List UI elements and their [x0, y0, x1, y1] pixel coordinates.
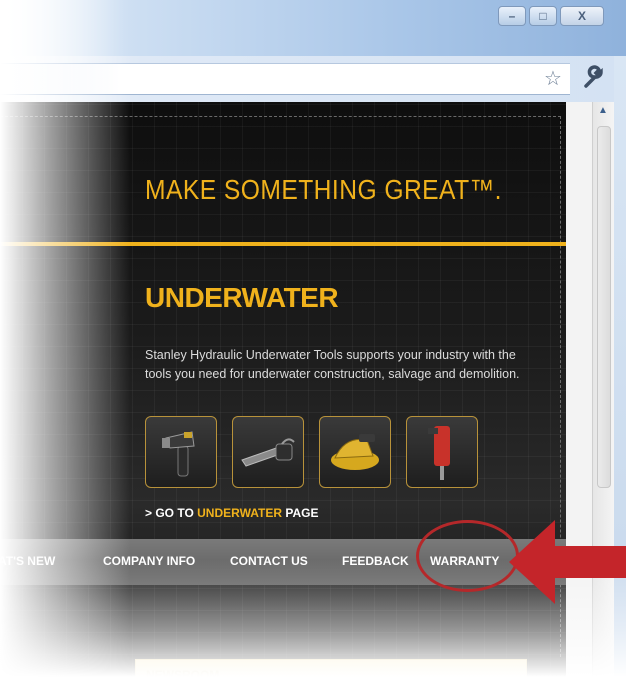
nav-company-info[interactable]: COMPANY INFO [103, 554, 195, 568]
hero-panel: MAKE SOMETHING GREAT™. UNDERWATER Stanle… [0, 102, 566, 677]
highlight-circle [416, 520, 519, 592]
newsroom-box[interactable]: NEWSROOM [135, 659, 527, 677]
goto-suffix: PAGE [282, 506, 319, 520]
tool-thumbnail[interactable] [232, 416, 304, 488]
minimize-button[interactable]: – [498, 6, 526, 26]
close-button[interactable]: X [560, 6, 604, 26]
grinder-icon [331, 434, 379, 470]
goto-highlight: UNDERWATER [197, 506, 283, 520]
section-title: UNDERWATER [145, 282, 339, 313]
tool-gallery [145, 416, 478, 488]
star-icon[interactable]: ☆ [544, 66, 562, 91]
red-arrow-icon [509, 520, 626, 604]
maximize-button[interactable]: □ [529, 6, 557, 26]
tool-thumbnail[interactable] [319, 416, 391, 488]
divider [0, 242, 566, 246]
nav-feedback[interactable]: FEEDBACK [342, 554, 409, 568]
tool-thumbnail[interactable] [406, 416, 478, 488]
tagline: MAKE SOMETHING GREAT™. [145, 174, 502, 205]
chainsaw-icon [241, 438, 295, 467]
web-content: MAKE SOMETHING GREAT™. UNDERWATER Stanle… [0, 102, 592, 677]
scroll-thumb[interactable] [597, 126, 611, 488]
impact-wrench-icon [162, 431, 195, 477]
window-controls: – □ X [498, 6, 604, 26]
address-bar[interactable] [0, 63, 570, 95]
breaker-icon [428, 426, 450, 480]
nav-contact-us[interactable]: CONTACT US [230, 554, 308, 568]
goto-link[interactable]: > GO TO UNDERWATER PAGE [145, 506, 318, 520]
section-description: Stanley Hydraulic Underwater Tools suppo… [145, 348, 520, 381]
nav-whats-new[interactable]: AT'S NEW [0, 554, 55, 568]
goto-prefix: > GO TO [145, 506, 198, 520]
window-titlebar: – □ X [0, 0, 626, 56]
tool-thumbnail[interactable] [145, 416, 217, 488]
wrench-icon[interactable] [580, 64, 606, 90]
scroll-up-icon[interactable]: ▲ [595, 105, 611, 121]
